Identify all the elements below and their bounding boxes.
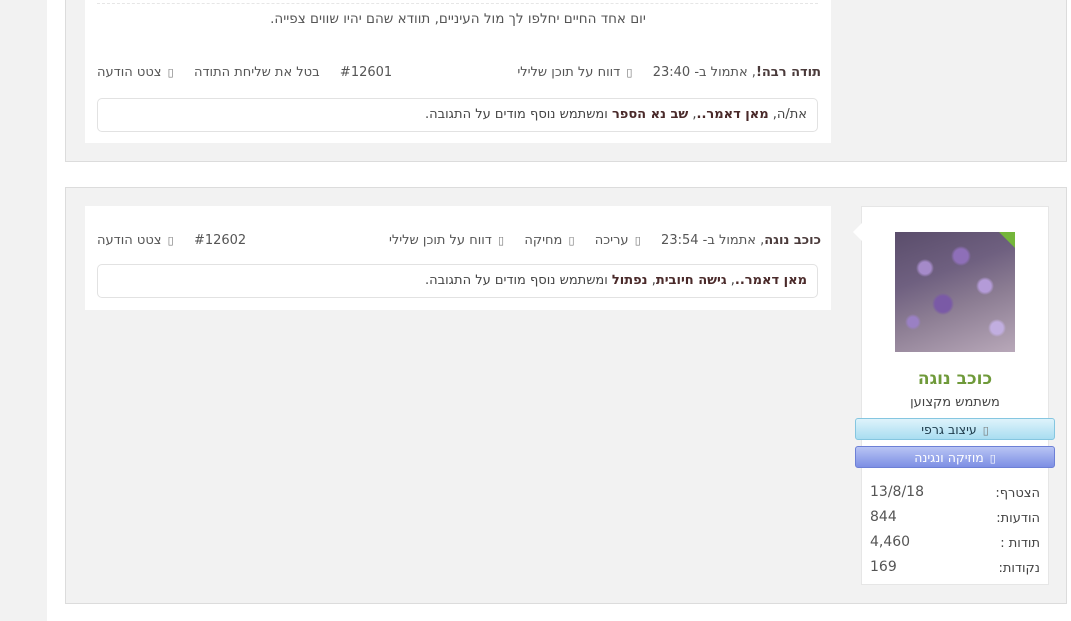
- quote-post-link[interactable]: צטט הודעה: [97, 65, 161, 80]
- post-number-link[interactable]: #12601: [340, 65, 392, 80]
- stat-key: נקודות:: [998, 561, 1040, 576]
- delete-icon: ▯: [568, 234, 575, 247]
- post-meta-right: תודה רבה!, אתמול ב- 23:40 ▯ דווח על תוכן…: [517, 65, 821, 80]
- thanks-separator: ,: [726, 273, 735, 288]
- stat-value: 13/8/18: [870, 484, 924, 500]
- stat-value: 844: [870, 509, 897, 525]
- stat-key: תודות :: [1000, 536, 1040, 551]
- stat-points: נקודות: 169: [870, 557, 1040, 582]
- stat-key: הצטרף:: [995, 486, 1040, 501]
- user-stats: הצטרף: 13/8/18 הודעות: 844 תודות : 4,460…: [870, 482, 1040, 582]
- post-12601: יום אחד החיים יחלפו לך מול העיניים, תווד…: [65, 0, 1067, 162]
- post-meta-bar: כוכב נוגה, אתמול ב- 23:54 ▯ עריכה ▯ מחיק…: [85, 233, 831, 253]
- thanks-user-link[interactable]: נפתול: [612, 273, 648, 288]
- thanks-suffix: ומשתמש נוסף מודים על התגובה.: [425, 107, 612, 122]
- post-time: , אתמול ב- 23:40: [652, 65, 756, 80]
- ribbon-label: עיצוב גרפי: [921, 422, 977, 437]
- ribbon-label: מוזיקה ונגינה: [914, 450, 984, 465]
- ribbon-music: ▯ מוזיקה ונגינה: [855, 446, 1055, 468]
- post-content: כוכב נוגה, אתמול ב- 23:54 ▯ עריכה ▯ מחיק…: [85, 206, 831, 310]
- thanks-user-link[interactable]: מאן דאמר..: [697, 107, 769, 122]
- post-author: כוכב נוגה: [764, 233, 821, 248]
- report-link[interactable]: דווח על תוכן שלילי: [389, 233, 492, 248]
- stat-joined: הצטרף: 13/8/18: [870, 482, 1040, 507]
- post-content: יום אחד החיים יחלפו לך מול העיניים, תווד…: [85, 0, 831, 143]
- thanks-separator: ,: [688, 107, 697, 122]
- post-number-link[interactable]: #12602: [194, 233, 246, 248]
- user-title: משתמש מקצוען: [910, 395, 1000, 410]
- quote-icon: ▯: [167, 66, 174, 79]
- lavender-avatar[interactable]: [895, 232, 1015, 352]
- left-sidebar-strip: [0, 0, 47, 621]
- stat-thanks: תודות : 4,460: [870, 532, 1040, 557]
- user-card: כוכב נוגה משתמש מקצוען ▯ עיצוב גרפי ▯ מו…: [853, 206, 1055, 585]
- thanks-prefix: את/ה,: [768, 107, 807, 122]
- thanks-user-link[interactable]: שב נא הספר: [612, 107, 688, 122]
- online-indicator: [999, 232, 1015, 248]
- brush-icon: ▯: [982, 424, 989, 437]
- thanks-label: תודה רבה!: [755, 65, 821, 80]
- post-meta-bar: תודה רבה!, אתמול ב- 23:40 ▯ דווח על תוכן…: [85, 65, 831, 85]
- stat-key: הודעות:: [996, 511, 1040, 526]
- report-icon: ▯: [626, 66, 633, 79]
- cancel-thanks-link[interactable]: בטל את שליחת התודה: [194, 65, 320, 80]
- ribbon-graphic-design: ▯ עיצוב גרפי: [855, 418, 1055, 440]
- post-meta-left: #12601 בטל את שליחת התודה ▯ צטט הודעה: [97, 65, 392, 80]
- thanks-box: את/ה, מאן דאמר.., שב נא הספר ומשתמש נוסף…: [97, 98, 818, 132]
- post-time: , אתמול ב- 23:54: [661, 233, 765, 248]
- edit-icon: ▯: [634, 234, 641, 247]
- post-meta-right: כוכב נוגה, אתמול ב- 23:54 ▯ עריכה ▯ מחיק…: [389, 233, 821, 248]
- report-link[interactable]: דווח על תוכן שלילי: [517, 65, 620, 80]
- card-pointer: [853, 223, 862, 241]
- username-link[interactable]: כוכב נוגה: [862, 369, 1048, 389]
- edit-link[interactable]: עריכה: [595, 233, 629, 248]
- music-icon: ▯: [989, 452, 996, 465]
- delete-link[interactable]: מחיקה: [524, 233, 562, 248]
- quote-icon: ▯: [167, 234, 174, 247]
- divider: [97, 3, 818, 4]
- thanks-box: מאן דאמר.., גישה חיובית, נפתול ומשתמש נו…: [97, 264, 818, 298]
- thanks-separator: ,: [647, 273, 656, 288]
- stat-value: 4,460: [870, 534, 911, 550]
- stat-value: 169: [870, 559, 897, 575]
- report-icon: ▯: [498, 234, 505, 247]
- thanks-user-link[interactable]: מאן דאמר..: [735, 273, 807, 288]
- thanks-user-link[interactable]: גישה חיובית: [656, 273, 727, 288]
- post-12602: כוכב נוגה, אתמול ב- 23:54 ▯ עריכה ▯ מחיק…: [65, 187, 1067, 604]
- post-body-text: יום אחד החיים יחלפו לך מול העיניים, תווד…: [270, 11, 646, 27]
- quote-post-link[interactable]: צטט הודעה: [97, 233, 161, 248]
- post-meta-left: #12602 ▯ צטט הודעה: [97, 233, 246, 248]
- stat-posts: הודעות: 844: [870, 507, 1040, 532]
- thanks-suffix: ומשתמש נוסף מודים על התגובה.: [424, 273, 612, 288]
